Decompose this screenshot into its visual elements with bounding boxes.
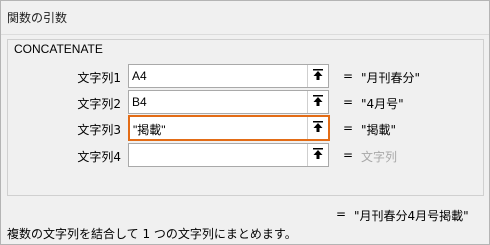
equals-sign: = [343, 95, 354, 109]
arg-row-2: 文字列2 B4 = "4月号" [8, 90, 483, 114]
collapse-dialog-icon[interactable] [307, 91, 328, 113]
formula-equals-sign: = [336, 207, 347, 221]
collapse-dialog-icon[interactable] [307, 117, 328, 139]
arg-label-3: 文字列3 [77, 123, 121, 137]
arg-label-4: 文字列4 [77, 150, 121, 164]
arg-result-1: "月刊春分" [361, 71, 421, 85]
arg-row-4: 文字列4 = 文字列 [8, 143, 483, 167]
arg-value-1: A4 [132, 69, 147, 83]
arg-input-1[interactable]: A4 [128, 64, 329, 88]
equals-sign: = [343, 69, 354, 83]
arg-value-3: "掲載" [133, 123, 166, 137]
arg-value-2: B4 [132, 95, 147, 109]
arg-label-2: 文字列2 [77, 97, 121, 111]
dialog-title: 関数の引数 [7, 11, 68, 25]
collapse-dialog-icon[interactable] [307, 65, 328, 87]
function-arguments-dialog: 関数の引数 CONCATENATE 文字列1 A4 = "月刊春分" 文字列2 … [0, 0, 490, 245]
arg-result-4: 文字列 [361, 150, 398, 164]
arg-label-1: 文字列1 [77, 71, 121, 85]
function-name: CONCATENATE [14, 42, 103, 56]
equals-sign: = [343, 121, 354, 135]
arg-row-1: 文字列1 A4 = "月刊春分" [8, 64, 483, 88]
arg-input-3[interactable]: "掲載" [128, 115, 330, 141]
collapse-dialog-icon[interactable] [307, 144, 328, 166]
title-divider [1, 34, 489, 35]
function-group: CONCATENATE 文字列1 A4 = "月刊春分" 文字列2 B4 = "… [7, 39, 484, 196]
arg-input-2[interactable]: B4 [128, 90, 329, 114]
formula-result: "月刊春分4月号掲載" [354, 209, 469, 223]
arg-row-3: 文字列3 "掲載" = "掲載" [8, 115, 483, 141]
arg-input-4[interactable] [128, 143, 329, 167]
function-description: 複数の文字列を結合して 1 つの文字列にまとめます。 [7, 227, 297, 241]
arg-result-3: "掲載" [361, 123, 397, 137]
equals-sign: = [343, 148, 354, 162]
arg-result-2: "4月号" [361, 97, 404, 111]
